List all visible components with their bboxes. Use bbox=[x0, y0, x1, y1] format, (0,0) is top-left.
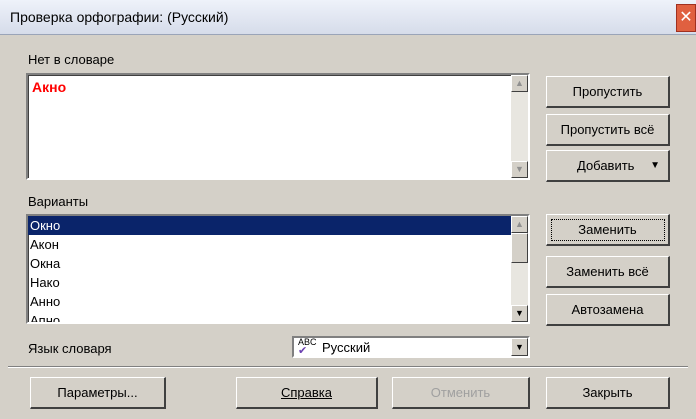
skip-button[interactable]: Пропустить bbox=[546, 76, 670, 108]
variants-label: Варианты bbox=[28, 194, 89, 209]
scroll-down-icon[interactable]: ▼ bbox=[511, 305, 528, 322]
dictionary-language-label: Язык словаря bbox=[28, 341, 112, 356]
help-button[interactable]: Справка bbox=[236, 377, 378, 409]
not-in-dictionary-textbox[interactable]: Акно ▲ ▼ bbox=[26, 73, 530, 180]
list-item[interactable]: Окна bbox=[28, 254, 511, 273]
variants-scrollbar[interactable]: ▲ ▼ bbox=[511, 216, 528, 322]
list-item[interactable]: Апно bbox=[28, 311, 511, 322]
spellcheck-dialog: Проверка орфографии: (Русский) ✕ Нет в с… bbox=[0, 0, 696, 419]
chevron-down-icon[interactable]: ▼ bbox=[511, 338, 528, 356]
scroll-down-icon[interactable]: ▼ bbox=[511, 161, 528, 178]
scroll-thumb[interactable] bbox=[511, 233, 528, 263]
add-button[interactable]: Добавить ▼ bbox=[546, 150, 670, 182]
list-item[interactable]: Акон bbox=[28, 235, 511, 254]
abc-check-icon: ABC ✔ bbox=[298, 337, 317, 357]
chevron-down-icon: ▼ bbox=[650, 160, 660, 171]
misspelled-word[interactable]: Акно bbox=[32, 79, 66, 95]
list-item[interactable]: Окно bbox=[28, 216, 511, 235]
close-icon[interactable]: ✕ bbox=[676, 4, 696, 32]
close-button[interactable]: Закрыть bbox=[546, 377, 670, 409]
variants-listbox[interactable]: Окно Акон Окна Нако Анно Апно ▲ ▼ bbox=[26, 214, 530, 324]
list-item[interactable]: Анно bbox=[28, 292, 511, 311]
language-value: Русский bbox=[322, 340, 371, 355]
language-select[interactable]: ABC ✔ Русский ▼ bbox=[292, 336, 530, 358]
scroll-up-icon[interactable]: ▲ bbox=[511, 216, 528, 233]
list-item[interactable]: Нако bbox=[28, 273, 511, 292]
undo-button[interactable]: Отменить bbox=[392, 377, 530, 409]
autocorrect-button[interactable]: Автозамена bbox=[546, 294, 670, 326]
replace-button[interactable]: Заменить bbox=[546, 214, 670, 246]
scroll-up-icon[interactable]: ▲ bbox=[511, 75, 528, 92]
replace-all-button[interactable]: Заменить всё bbox=[546, 256, 670, 288]
skip-all-button[interactable]: Пропустить всё bbox=[546, 114, 670, 146]
title-bar[interactable]: Проверка орфографии: (Русский) ✕ bbox=[0, 0, 696, 35]
separator bbox=[8, 366, 688, 368]
not-in-dictionary-scrollbar[interactable]: ▲ ▼ bbox=[511, 75, 528, 178]
window-title: Проверка орфографии: (Русский) bbox=[10, 9, 229, 25]
not-in-dictionary-label: Нет в словаре bbox=[28, 52, 115, 67]
options-button[interactable]: Параметры... bbox=[30, 377, 166, 409]
